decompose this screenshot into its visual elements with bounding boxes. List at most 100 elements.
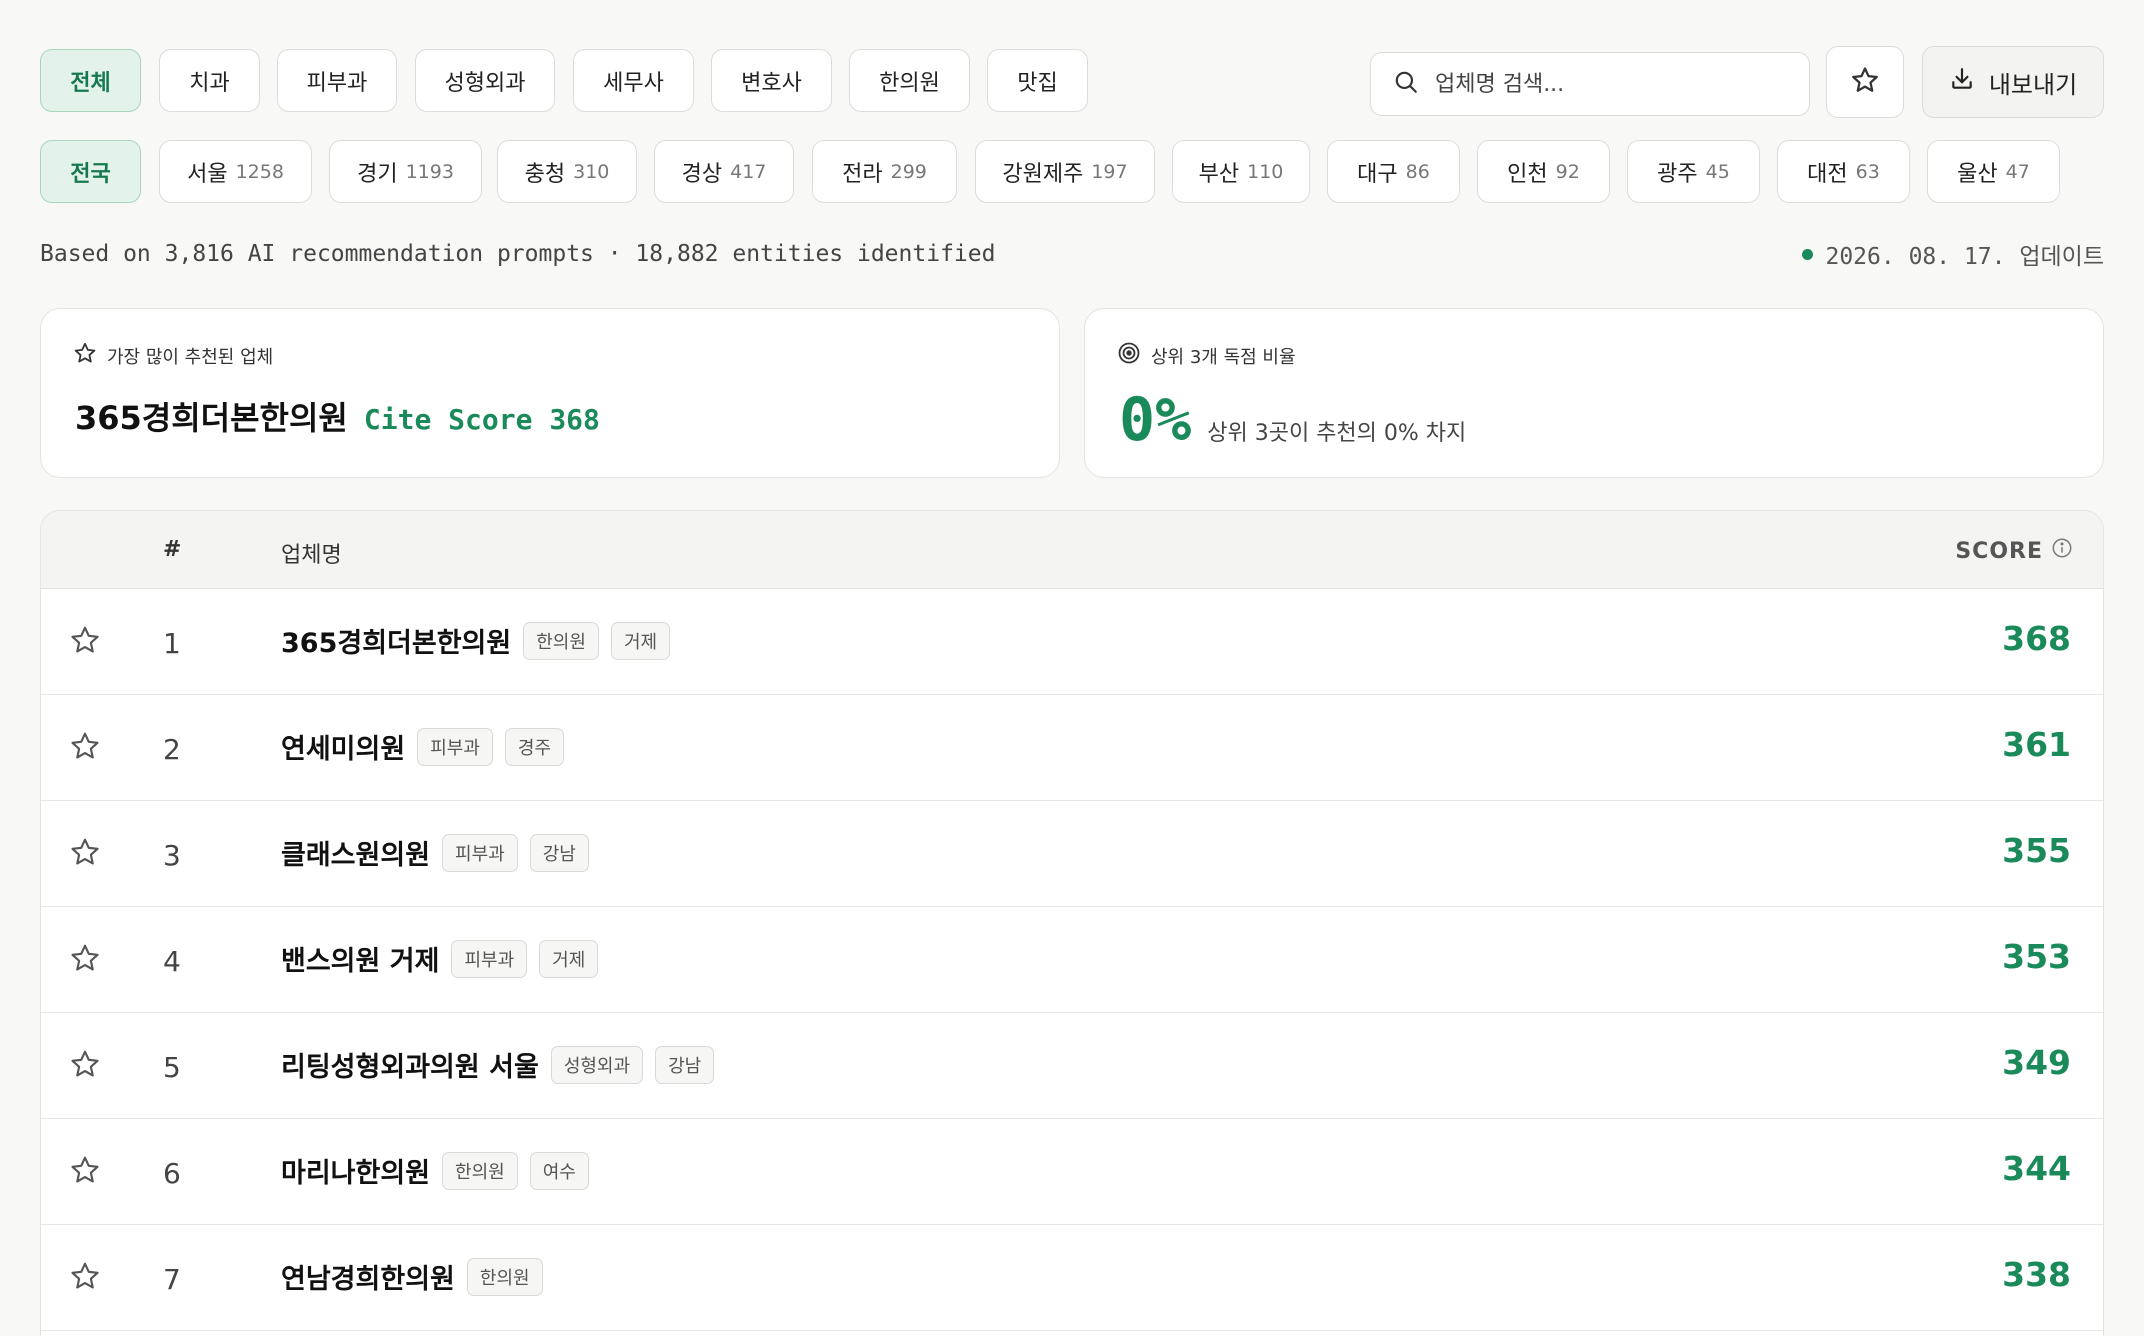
entity-tag: 피부과 [442,833,518,872]
info-icon[interactable] [2043,537,2073,565]
entity-name[interactable]: 클래스원의원 [281,833,430,872]
share-percentage: 0% [1119,385,1192,455]
favorite-star-icon[interactable] [69,836,101,872]
region-chip-daegu[interactable]: 대구 86 [1327,140,1460,203]
column-header-score[interactable]: SCORE [1955,537,2073,565]
card-label: 가장 많이 추천된 업체 [73,341,273,370]
category-chip-plastic-surgery[interactable]: 성형외과 [415,49,555,112]
region-count: 417 [730,160,767,183]
search-input[interactable] [1435,71,1795,97]
table-body: 1 365경희더본한의원 한의원 거제 368 2 연세미의원 피부과 경주 361 3 클래스원의원… [41,589,2103,1331]
region-count: 197 [1091,160,1128,183]
column-header-name[interactable]: 업체명 [281,537,342,569]
region-chip-chungcheong[interactable]: 충청 310 [497,140,637,203]
entity-score: 361 [2002,725,2071,764]
region-count: 1193 [405,160,454,183]
search-box[interactable] [1370,52,1810,116]
category-label: 전체 [70,70,111,96]
entity-cell: 리팅성형외과의원 서울 성형외과 강남 [281,1045,715,1084]
region-count: 86 [1405,160,1430,183]
favorite-star-icon[interactable] [69,942,101,978]
rank-number: 2 [163,733,181,766]
entity-tag: 한의원 [523,621,599,660]
category-chip-restaurant[interactable]: 맛집 [987,49,1088,112]
entity-score: 353 [2002,937,2071,976]
region-count: 310 [573,160,610,183]
region-count: 110 [1247,160,1284,183]
entity-cell: 밴스의원 거제 피부과 거제 [281,939,599,978]
category-chip-dental[interactable]: 치과 [159,49,260,112]
entity-name[interactable]: 마리나한의원 [281,1151,430,1190]
entity-tag: 피부과 [451,939,528,978]
entity-name[interactable]: 리팅성형외과의원 서울 [281,1045,539,1084]
favorite-star-icon[interactable] [69,730,101,766]
star-icon [73,341,97,370]
table-row[interactable]: 1 365경희더본한의원 한의원 거제 368 [41,589,2103,695]
region-label: 전국 [70,161,111,187]
category-label: 한의원 [879,70,940,96]
region-chip-seoul[interactable]: 서울 1258 [159,140,312,203]
category-chip-lawyer[interactable]: 변호사 [711,49,832,112]
region-chip-gwangju[interactable]: 광주 45 [1627,140,1760,203]
category-chip-oriental-clinic[interactable]: 한의원 [849,49,970,112]
category-chip-dermatology[interactable]: 피부과 [277,49,397,112]
export-button[interactable]: 내보내기 [1922,46,2104,118]
entity-tag: 여수 [529,1151,589,1190]
region-chip-jeolla[interactable]: 전라 299 [812,140,957,203]
entity-cell: 마리나한의원 한의원 여수 [281,1151,589,1190]
table-row[interactable]: 5 리팅성형외과의원 서울 성형외과 강남 349 [41,1013,2103,1119]
ranking-table: # 업체명 SCORE 1 365경희더본한의원 한의원 거제 368 2 연세미의원 피부과… [40,510,2104,1336]
rank-number: 1 [163,627,181,660]
entity-name[interactable]: 연세미의원 [281,727,405,766]
entity-name[interactable]: 365경희더본한의원 [281,621,511,660]
rank-number: 4 [163,945,181,978]
entity-tag: 경주 [504,727,565,766]
region-count: 63 [1855,160,1880,183]
category-chip-all[interactable]: 전체 [40,49,141,112]
entity-tag: 성형외과 [550,1045,644,1084]
entity-cell: 365경희더본한의원 한의원 거제 [281,621,671,660]
favorites-button[interactable] [1826,46,1904,118]
status-dot [1802,248,1814,260]
region-chip-all[interactable]: 전국 [40,140,141,203]
entity-tag: 강남 [529,833,589,872]
entity-name[interactable]: 연남경희한의원 [281,1257,455,1296]
region-label: 충청 [524,161,566,187]
card-label-text: 상위 3개 독점 비율 [1151,346,1296,368]
favorite-star-icon[interactable] [69,624,101,660]
entity-tag: 한의원 [466,1257,543,1296]
table-row[interactable]: 4 밴스의원 거제 피부과 거제 353 [41,907,2103,1013]
table-row[interactable]: 6 마리나한의원 한의원 여수 344 [41,1119,2103,1225]
region-chip-gyeongsang[interactable]: 경상 417 [654,140,794,203]
favorite-star-icon[interactable] [69,1260,101,1296]
region-chip-incheon[interactable]: 인천 92 [1477,140,1610,203]
table-row[interactable]: 3 클래스원의원 피부과 강남 355 [41,801,2103,907]
card-label: 상위 3개 독점 비율 [1117,341,1296,370]
column-header-rank: # [163,537,182,562]
region-label: 경상 [681,161,723,187]
meta-bar: Based on 3,816 AI recommendation prompts… [40,236,2104,272]
region-label: 서울 [187,161,228,187]
favorite-star-icon[interactable] [69,1154,101,1190]
table-row[interactable]: 2 연세미의원 피부과 경주 361 [41,695,2103,801]
category-label: 세무사 [603,70,664,96]
region-label: 전라 [842,161,883,187]
category-label: 변호사 [741,70,802,96]
region-count: 299 [890,160,927,183]
table-row[interactable]: 7 연남경희한의원 한의원 338 [41,1225,2103,1331]
category-chip-tax-accountant[interactable]: 세무사 [573,49,694,112]
region-count: 1258 [235,160,284,183]
region-chip-daejeon[interactable]: 대전 63 [1777,140,1910,203]
region-chip-gangwon-jeju[interactable]: 강원제주 197 [975,140,1155,203]
entity-cell: 연세미의원 피부과 경주 [281,727,565,766]
region-label: 부산 [1198,161,1240,187]
region-chip-gyeonggi[interactable]: 경기 1193 [329,140,482,203]
entity-tag: 강남 [655,1045,715,1084]
updated-date: 2026. 08. 17. 업데이트 [1825,244,2104,270]
search-icon [1393,69,1419,99]
region-chip-busan[interactable]: 부산 110 [1172,140,1310,203]
entity-name[interactable]: 밴스의원 거제 [281,939,439,978]
region-chip-ulsan[interactable]: 울산 47 [1927,140,2060,203]
entity-tag: 거제 [610,621,671,660]
favorite-star-icon[interactable] [69,1048,101,1084]
